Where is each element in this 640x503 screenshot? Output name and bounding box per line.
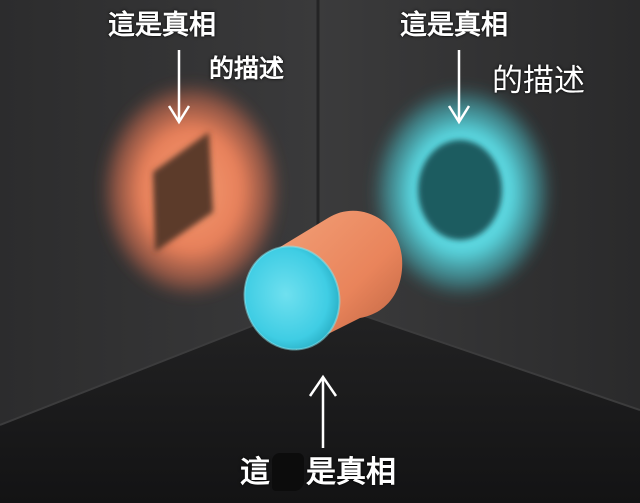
right-caption-subtitle: 的描述 bbox=[492, 63, 585, 99]
obscured-character bbox=[272, 453, 304, 491]
down-arrow-icon bbox=[447, 50, 471, 125]
right-caption-title: 這是真相 bbox=[400, 10, 508, 41]
bottom-caption-end: 是真相 bbox=[306, 455, 396, 490]
up-arrow-icon bbox=[308, 374, 338, 448]
left-caption-title: 這是真相 bbox=[108, 10, 216, 41]
down-arrow-icon bbox=[167, 50, 191, 125]
bottom-caption: 這 是真相 bbox=[240, 453, 396, 491]
illustration-scene: 這是真相 的描述 這是真相 的描述 這是真相 bbox=[0, 0, 640, 503]
bottom-caption-start: 這 bbox=[240, 455, 270, 490]
left-caption-subtitle: 的描述 bbox=[209, 54, 285, 83]
